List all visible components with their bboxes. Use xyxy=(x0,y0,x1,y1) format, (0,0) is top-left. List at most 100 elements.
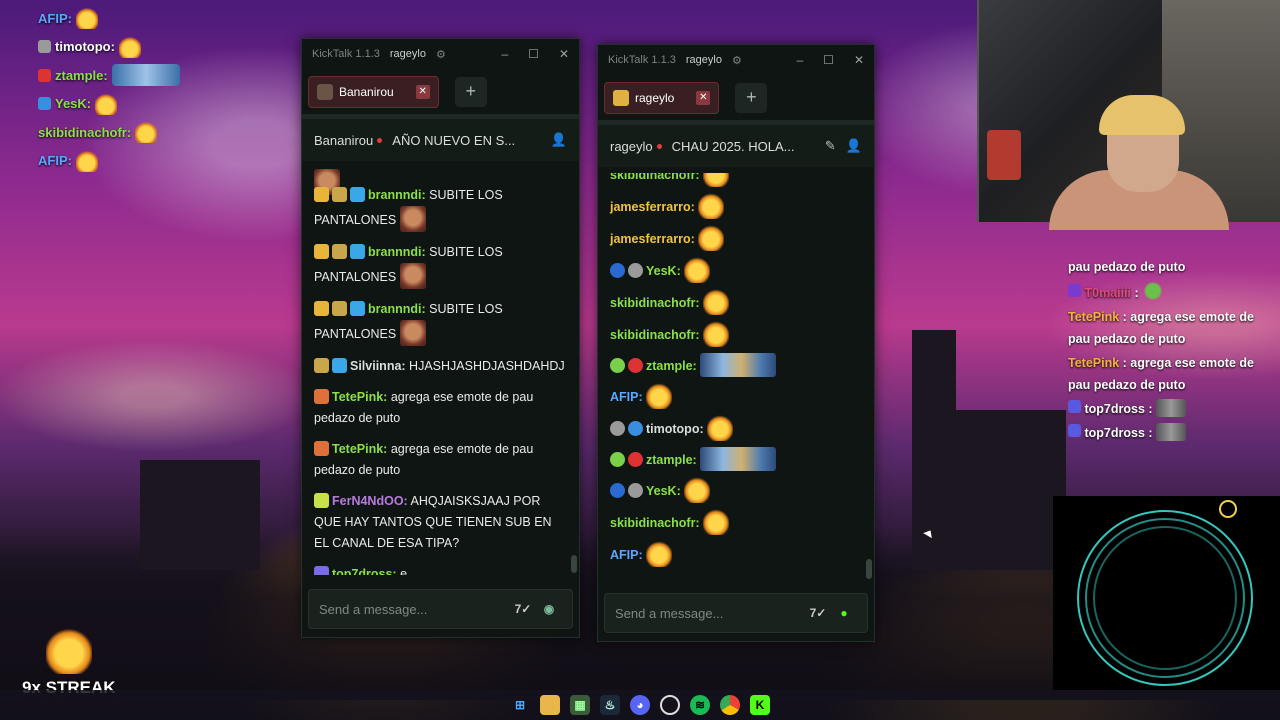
username[interactable]: top7dross: xyxy=(332,567,397,575)
username[interactable]: skibidinachofr: xyxy=(610,173,700,182)
chat-message: Silviinna: HJASHJASHDJASHDAHDJ xyxy=(314,356,567,377)
emote-icon xyxy=(399,206,426,232)
username[interactable]: jamesferrarro: xyxy=(610,200,695,214)
scrollbar[interactable] xyxy=(866,559,872,579)
steam-icon[interactable]: ♨ xyxy=(600,695,620,715)
overlay-chat-line: top7dross : xyxy=(1068,422,1276,444)
username: T0maiiii xyxy=(1084,286,1132,300)
username[interactable]: jamesferrarro: xyxy=(610,232,695,246)
add-tab-button[interactable]: + xyxy=(454,76,487,107)
user-badge-icon xyxy=(610,452,625,467)
titlebar: KickTalk 1.1.3 rageylo ⚙ – ☐ ✕ xyxy=(598,45,874,75)
username[interactable]: ztample: xyxy=(646,359,697,373)
user-badge-icon xyxy=(314,566,329,575)
chat-message: FerN4NdOO: AHQJAISKSJAAJ POR QUE HAY TAN… xyxy=(314,491,567,554)
close-button[interactable]: ✕ xyxy=(854,53,864,67)
username[interactable]: AFIP: xyxy=(610,390,643,404)
minimize-button[interactable]: – xyxy=(501,47,508,61)
spotify-icon[interactable]: ≋ xyxy=(690,695,710,715)
gear-icon[interactable]: ⚙ xyxy=(436,48,446,61)
close-tab-icon[interactable]: ✕ xyxy=(415,84,430,99)
channel-name[interactable]: Bananirou xyxy=(314,133,373,148)
message-list[interactable]: brannndi: SUBITE LOS PANTALONES brannndi… xyxy=(302,169,579,575)
mod-tools-icon[interactable]: ✎ xyxy=(825,138,836,154)
channel-name[interactable]: rageylo xyxy=(610,139,653,154)
tab-rageylo[interactable]: rageylo ✕ xyxy=(604,81,720,114)
maximize-button[interactable]: ☐ xyxy=(528,47,539,61)
user-icon[interactable]: 👤 xyxy=(846,138,862,154)
app-title: KickTalk 1.1.3 xyxy=(312,48,380,60)
user-badge-icon xyxy=(38,40,51,54)
chat-message: skibidinachofr: xyxy=(610,173,862,187)
username[interactable]: TetePink: xyxy=(332,390,387,404)
minimize-button[interactable]: – xyxy=(796,53,803,67)
message-input[interactable]: Send a message... 7✓ ◉ xyxy=(308,589,573,629)
webcam-feed xyxy=(977,0,1280,230)
media-app-icon[interactable]: ▦ xyxy=(570,695,590,715)
add-tab-button[interactable]: + xyxy=(735,82,768,113)
account-name: rageylo xyxy=(389,48,426,60)
kick-emote-icon[interactable]: 7✓ xyxy=(805,600,831,626)
close-button[interactable]: ✕ xyxy=(559,47,569,61)
kick-emote-icon[interactable]: 7✓ xyxy=(510,596,536,622)
user-badge-icon xyxy=(38,68,51,82)
username[interactable]: TetePink: xyxy=(332,442,387,456)
discord-icon[interactable]: ◕ xyxy=(630,695,650,715)
emote-icon xyxy=(707,415,734,441)
record-icon xyxy=(1219,500,1237,518)
user-badge-icon xyxy=(314,441,329,456)
username[interactable]: Silviinna: xyxy=(350,359,406,373)
kick-icon[interactable]: K xyxy=(750,695,770,715)
user-badge-icon xyxy=(610,483,625,498)
emote-icon xyxy=(95,92,118,115)
user-icon[interactable]: 👤 xyxy=(551,132,567,148)
channel-avatar-icon xyxy=(613,89,629,106)
message-input[interactable]: Send a message... 7✓ ● xyxy=(604,593,868,633)
username[interactable]: skibidinachofr: xyxy=(610,296,700,310)
username[interactable]: FerN4NdOO: xyxy=(332,494,408,508)
chat-message: AFIP: xyxy=(610,541,862,567)
live-indicator-icon xyxy=(377,137,383,143)
taskbar: ⊞ ▦ ♨ ◕ ≋ K xyxy=(0,690,1280,720)
kicktalk-window-bananirou: KickTalk 1.1.3 rageylo ⚙ – ☐ ✕ Bananirou… xyxy=(301,38,580,638)
scrollbar[interactable] xyxy=(571,555,577,573)
username[interactable]: brannndi: xyxy=(368,302,426,316)
chat-message: skibidinachofr: xyxy=(610,289,862,315)
message-text: HJASHJASHDJASHDAHDJ xyxy=(405,359,565,373)
chrome-icon[interactable] xyxy=(720,695,740,715)
file-explorer-icon[interactable] xyxy=(540,695,560,715)
emote-icon xyxy=(703,173,730,187)
emote-icon xyxy=(1156,423,1187,441)
emote-icon xyxy=(75,149,98,172)
gear-icon[interactable]: ⚙ xyxy=(732,54,742,67)
user-badge-icon xyxy=(628,358,643,373)
username[interactable]: YesK: xyxy=(646,484,681,498)
close-tab-icon[interactable]: ✕ xyxy=(696,90,711,105)
user-badge-icon xyxy=(628,483,643,498)
maximize-button[interactable]: ☐ xyxy=(823,53,834,67)
username[interactable]: brannndi: xyxy=(368,188,426,202)
message-text: : xyxy=(1144,402,1153,416)
username[interactable]: skibidinachofr: xyxy=(610,328,700,342)
message-list[interactable]: skibidinachofr: jamesferrarro: jamesferr… xyxy=(598,173,874,583)
emote-picker-icon[interactable]: ◉ xyxy=(536,596,562,622)
user-badge-icon xyxy=(314,389,329,404)
windows-start-icon[interactable]: ⊞ xyxy=(510,695,530,715)
username[interactable]: timotopo: xyxy=(646,422,704,436)
user-badge-icon xyxy=(314,358,329,373)
username[interactable]: brannndi: xyxy=(368,245,426,259)
chat-message: timotopo: xyxy=(610,415,862,441)
username[interactable]: AFIP: xyxy=(610,548,643,562)
username[interactable]: skibidinachofr: xyxy=(610,516,700,530)
username[interactable]: YesK: xyxy=(646,264,681,278)
overlay-chat-line: T0maiiii : xyxy=(1068,280,1276,304)
chat-message: jamesferrarro: xyxy=(610,193,862,219)
app-title: KickTalk 1.1.3 xyxy=(608,54,676,66)
tab-bananirou[interactable]: Bananirou ✕ xyxy=(308,75,439,108)
obs-icon[interactable] xyxy=(660,695,680,715)
emote-icon xyxy=(646,541,673,567)
overlay-chat-line: top7dross : xyxy=(1068,398,1276,420)
username[interactable]: ztample: xyxy=(646,453,697,467)
emote-icon xyxy=(111,64,180,87)
emote-picker-icon[interactable]: ● xyxy=(831,600,857,626)
